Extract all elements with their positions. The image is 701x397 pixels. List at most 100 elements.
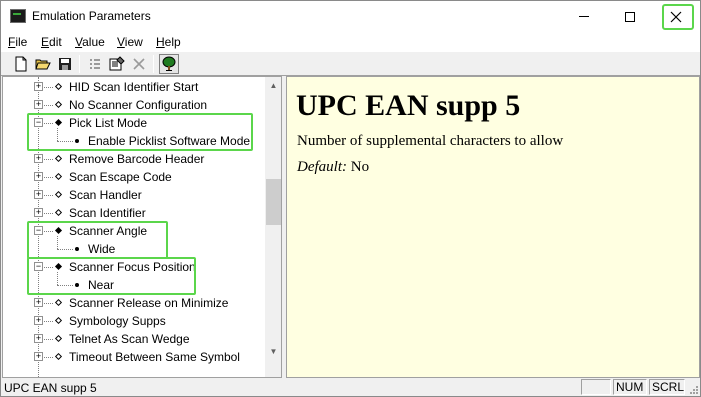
collapsed-node-icon [54, 316, 63, 325]
tree-scrollbar[interactable]: ▲ ▼ [265, 77, 281, 377]
tree-item-label: Timeout Between Same Symbol [69, 350, 240, 364]
collapsed-node-icon [54, 352, 63, 361]
new-button[interactable] [11, 54, 31, 74]
description-panel: UPC EAN supp 5 Number of supplemental ch… [286, 76, 700, 378]
tree-item-label: Scan Escape Code [69, 170, 172, 184]
tree-item[interactable]: + Scan Escape Code [3, 168, 265, 186]
toolbar-separator [79, 55, 80, 73]
tree-item[interactable]: + Symbology Supps [3, 312, 265, 330]
tree-item[interactable]: + Remove Barcode Header [3, 150, 265, 168]
tree-content: + HID Scan Identifier Start + No Scanner Co… [3, 77, 265, 377]
tree-icon [162, 56, 176, 71]
status-pane-scrl: SCRL [649, 379, 685, 395]
menu-value[interactable]: Value [75, 35, 105, 49]
default-value: No [350, 159, 370, 175]
tree-item-label: Remove Barcode Header [69, 152, 205, 166]
expand-toggle-icon[interactable]: + [34, 298, 43, 307]
expand-toggle-icon[interactable]: + [34, 100, 43, 109]
menu-bar: File Edit Value View Help [1, 32, 700, 51]
tree-item-label: Scan Identifier [69, 206, 146, 220]
menu-view[interactable]: View [117, 35, 143, 49]
save-button[interactable] [55, 54, 75, 74]
tree-view-button[interactable] [159, 54, 179, 74]
save-icon [59, 58, 71, 70]
tree-connector-line [44, 303, 53, 304]
app-icon [10, 9, 26, 23]
tree-item[interactable]: + Scanner Release on Minimize [3, 294, 265, 312]
title-bar: Emulation Parameters [1, 1, 700, 32]
scroll-thumb[interactable] [266, 179, 281, 225]
minimize-button[interactable] [561, 1, 607, 32]
expand-toggle-icon[interactable]: + [34, 334, 43, 343]
open-icon [35, 59, 51, 70]
tree-item-label: HID Scan Identifier Start [69, 80, 199, 94]
properties-button[interactable] [107, 54, 127, 74]
status-text: UPC EAN supp 5 [4, 381, 97, 395]
tree-item-label: Scan Handler [69, 188, 142, 202]
expand-toggle-icon[interactable]: + [34, 82, 43, 91]
minimize-icon [579, 16, 589, 17]
description-text: Number of supplemental characters to all… [297, 133, 564, 149]
window-title: Emulation Parameters [32, 9, 151, 23]
open-button[interactable] [33, 54, 53, 74]
expand-toggle-icon[interactable]: + [34, 172, 43, 181]
tree-connector-line [44, 357, 53, 358]
tree-item-label: Symbology Supps [69, 314, 166, 328]
toolbar [1, 51, 700, 76]
collapsed-node-icon [54, 172, 63, 181]
collapsed-node-icon [54, 154, 63, 163]
tree-item[interactable]: + Telnet As Scan Wedge [3, 330, 265, 348]
tree-item[interactable]: + Timeout Between Same Symbol [3, 348, 265, 366]
default-label: Default: [297, 159, 347, 175]
tree-item[interactable]: + Scan Identifier [3, 204, 265, 222]
close-button-highlight [662, 4, 694, 30]
tree-item[interactable]: + HID Scan Identifier Start [3, 78, 265, 96]
tree-connector-line [44, 195, 53, 196]
expand-toggle-icon[interactable]: + [34, 352, 43, 361]
tree-connector-line [44, 177, 53, 178]
maximize-button[interactable] [607, 1, 653, 32]
status-pane-empty [581, 379, 611, 395]
tree-connector-line [44, 213, 53, 214]
tree-connector-line [44, 159, 53, 160]
status-bar: UPC EAN supp 5 NUM SCRL [1, 378, 700, 396]
menu-file[interactable]: File [8, 35, 27, 49]
emulation-parameters-window: Emulation Parameters File Edit Value Vie… [0, 0, 701, 397]
collapsed-node-icon [54, 100, 63, 109]
tree-item[interactable]: + No Scanner Configuration [3, 96, 265, 114]
expand-toggle-icon[interactable]: + [34, 154, 43, 163]
tree-item-label: Telnet As Scan Wedge [69, 332, 190, 346]
expand-toggle-icon[interactable]: + [34, 208, 43, 217]
collapsed-node-icon [54, 82, 63, 91]
scroll-up-arrow-icon[interactable]: ▲ [265, 77, 281, 94]
expand-toggle-icon[interactable]: + [34, 316, 43, 325]
tree-connector-line [44, 321, 53, 322]
tree-connector-line [44, 339, 53, 340]
tree-item-label: No Scanner Configuration [69, 98, 208, 112]
list-icon [90, 59, 100, 69]
status-pane-num: NUM [613, 379, 647, 395]
expanded-group-highlight [27, 257, 196, 295]
properties-icon [109, 56, 125, 71]
list-button[interactable] [85, 54, 105, 74]
menu-help[interactable]: Help [156, 35, 181, 49]
delete-icon [133, 58, 145, 70]
delete-button[interactable] [129, 54, 149, 74]
menu-edit[interactable]: Edit [41, 35, 62, 49]
new-icon [15, 56, 27, 72]
collapsed-node-icon [54, 298, 63, 307]
maximize-icon [625, 11, 635, 22]
toolbar-separator [153, 55, 154, 73]
expand-toggle-icon[interactable]: + [34, 190, 43, 199]
tree-item[interactable]: + Scan Handler [3, 186, 265, 204]
resize-grip-icon[interactable] [687, 383, 699, 395]
tree-connector-line [44, 87, 53, 88]
tree-item-label: Scanner Release on Minimize [69, 296, 229, 310]
scroll-down-arrow-icon[interactable]: ▼ [265, 343, 281, 360]
collapsed-node-icon [54, 208, 63, 217]
collapsed-node-icon [54, 334, 63, 343]
expanded-group-highlight [27, 221, 168, 259]
collapsed-node-icon [54, 190, 63, 199]
parameter-tree[interactable]: + HID Scan Identifier Start + No Scanner Co… [2, 76, 282, 378]
description-default: Default: No [297, 159, 369, 176]
